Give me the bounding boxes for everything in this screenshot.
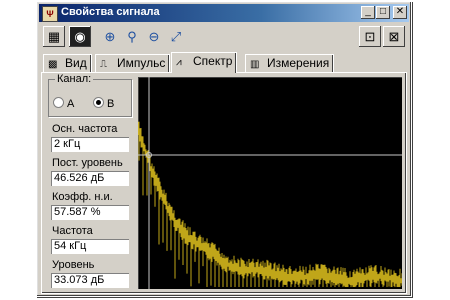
- spectrum-canvas[interactable]: [138, 77, 402, 289]
- app-icon: Ψ: [42, 6, 58, 22]
- radio-off-icon: [53, 97, 64, 108]
- tab-measurements[interactable]: ▥ Измерения: [245, 54, 335, 72]
- level-label: Уровень: [52, 259, 95, 271]
- dc-level-field[interactable]: 46.526 дБ: [51, 171, 129, 186]
- toolbar: ▦ ◉ ⊕ ⚲ ⊖ ⤢ ⊡ ⊠: [39, 24, 409, 50]
- channel-label: Канал:: [55, 73, 94, 85]
- radio-on-icon: [93, 97, 104, 108]
- tab-pulse[interactable]: ⎍ Импульс: [95, 54, 171, 72]
- channel-group: Канал: A B: [48, 73, 132, 117]
- level-field[interactable]: 33.073 дБ: [51, 273, 129, 288]
- frequency-field[interactable]: 54 кГц: [51, 239, 129, 254]
- channel-a-radio[interactable]: A: [53, 97, 74, 110]
- spectrum-panel: Канал: A B Осн. частота 2 кГц Пост. уров…: [41, 72, 407, 294]
- dc-level-label: Пост. уровень: [52, 157, 123, 169]
- close-button[interactable]: ✕: [393, 6, 407, 19]
- zoom-out-icon[interactable]: ⊖: [143, 26, 165, 47]
- tab-strip: ▩ Вид ⎍ Импульс ⩘ Спектр ▥ Измерения: [39, 52, 409, 73]
- measure-icon: ▥: [250, 59, 260, 70]
- fundamental-frequency-field[interactable]: 2 кГц: [51, 137, 129, 152]
- channel-b-radio[interactable]: B: [93, 97, 114, 110]
- eye-icon[interactable]: ◉: [69, 26, 91, 47]
- pin-icon[interactable]: ⊡: [359, 26, 381, 47]
- zoom-reset-icon[interactable]: ⤢: [165, 26, 187, 47]
- frequency-label: Частота: [52, 225, 93, 237]
- tab-spectrum[interactable]: ⩘ Спектр: [171, 52, 238, 73]
- grid-icon[interactable]: ▦: [43, 26, 65, 47]
- close-panel-icon[interactable]: ⊠: [383, 26, 405, 47]
- measurements-pane: Канал: A B Осн. частота 2 кГц Пост. уров…: [48, 73, 132, 288]
- thd-label: Коэфф. н.и.: [52, 191, 113, 203]
- thd-field[interactable]: 57.587 %: [51, 205, 129, 220]
- signal-properties-window: Ψ Свойства сигнала _ □ ✕ ▦ ◉ ⊕ ⚲ ⊖ ⤢ ⊡ ⊠…: [36, 1, 412, 297]
- zoom-icon[interactable]: ⚲: [121, 26, 143, 47]
- spectrum-trace: [138, 121, 402, 287]
- tab-view[interactable]: ▩ Вид: [43, 54, 92, 72]
- maximize-button[interactable]: □: [376, 6, 390, 19]
- title-bar[interactable]: Ψ Свойства сигнала _ □ ✕: [39, 4, 409, 22]
- window-title: Свойства сигнала: [61, 6, 160, 18]
- spectrum-icon: ⩘: [176, 57, 182, 68]
- fundamental-frequency-label: Осн. частота: [52, 123, 118, 135]
- minimize-button[interactable]: _: [361, 6, 375, 19]
- zoom-in-icon[interactable]: ⊕: [99, 26, 121, 47]
- spectrum-plot[interactable]: [138, 77, 402, 289]
- pulse-icon: ⎍: [100, 59, 107, 70]
- view-icon: ▩: [48, 59, 58, 70]
